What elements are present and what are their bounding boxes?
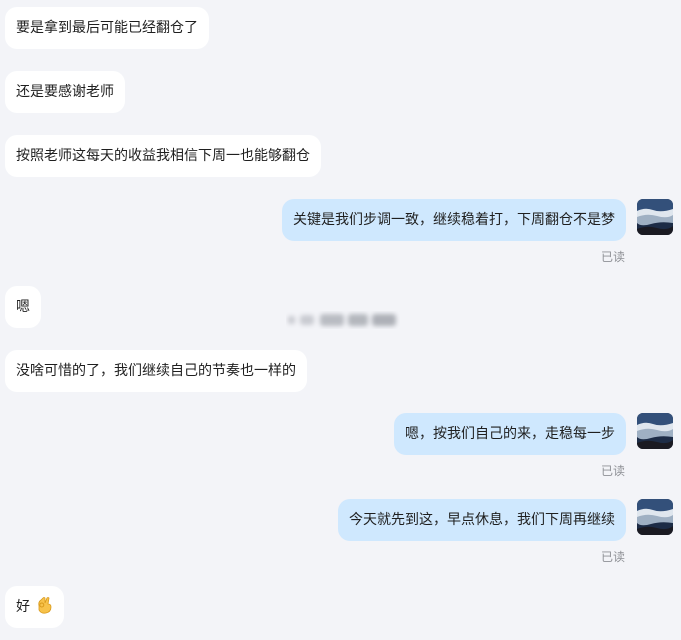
avatar-landscape-icon [637,413,673,449]
message-text: 没啥可惜的了，我们继续自己的节奏也一样的 [16,363,296,379]
message-text: 好 [16,599,30,615]
message-text: 今天就先到这，早点休息，我们下周再继续 [349,512,615,528]
message-text: 按照老师这每天的收益我相信下周一也能够翻仓 [16,148,310,164]
incoming-message[interactable]: 要是拿到最后可能已经翻仓了 [5,7,209,49]
message-text: 关键是我们步调一致，继续稳着打，下周翻仓不是梦 [293,212,615,228]
incoming-message[interactable]: 嗯 [5,286,41,328]
incoming-message[interactable]: 按照老师这每天的收益我相信下周一也能够翻仓 [5,135,321,177]
message-text: 要是拿到最后可能已经翻仓了 [16,20,198,36]
outgoing-message[interactable]: 嗯，按我们自己的来，走稳每一步 [394,413,626,455]
avatar[interactable] [637,499,673,535]
outgoing-message[interactable]: 关键是我们步调一致，继续稳着打，下周翻仓不是梦 [282,199,626,241]
incoming-message[interactable]: 没啥可惜的了，我们继续自己的节奏也一样的 [5,350,307,392]
incoming-message[interactable]: 还是要感谢老师 [5,71,125,113]
read-status: 已读 [600,250,625,264]
avatar-landscape-icon [637,199,673,235]
read-status: 已读 [600,550,625,564]
message-text: 嗯 [16,299,30,315]
avatar[interactable] [637,413,673,449]
incoming-message[interactable]: 好 [5,586,65,628]
avatar-landscape-icon [637,499,673,535]
message-text: 还是要感谢老师 [16,84,114,100]
blurred-watermark [286,311,400,329]
message-text: 嗯，按我们自己的来，走稳每一步 [405,426,615,442]
avatar[interactable] [637,199,673,235]
read-status: 已读 [600,464,625,478]
outgoing-message[interactable]: 今天就先到这，早点休息，我们下周再继续 [338,499,626,541]
chat-panel: 要是拿到最后可能已经翻仓了 还是要感谢老师 按照老师这每天的收益我相信下周一也能… [0,0,681,640]
ok-hand-icon [35,595,53,615]
